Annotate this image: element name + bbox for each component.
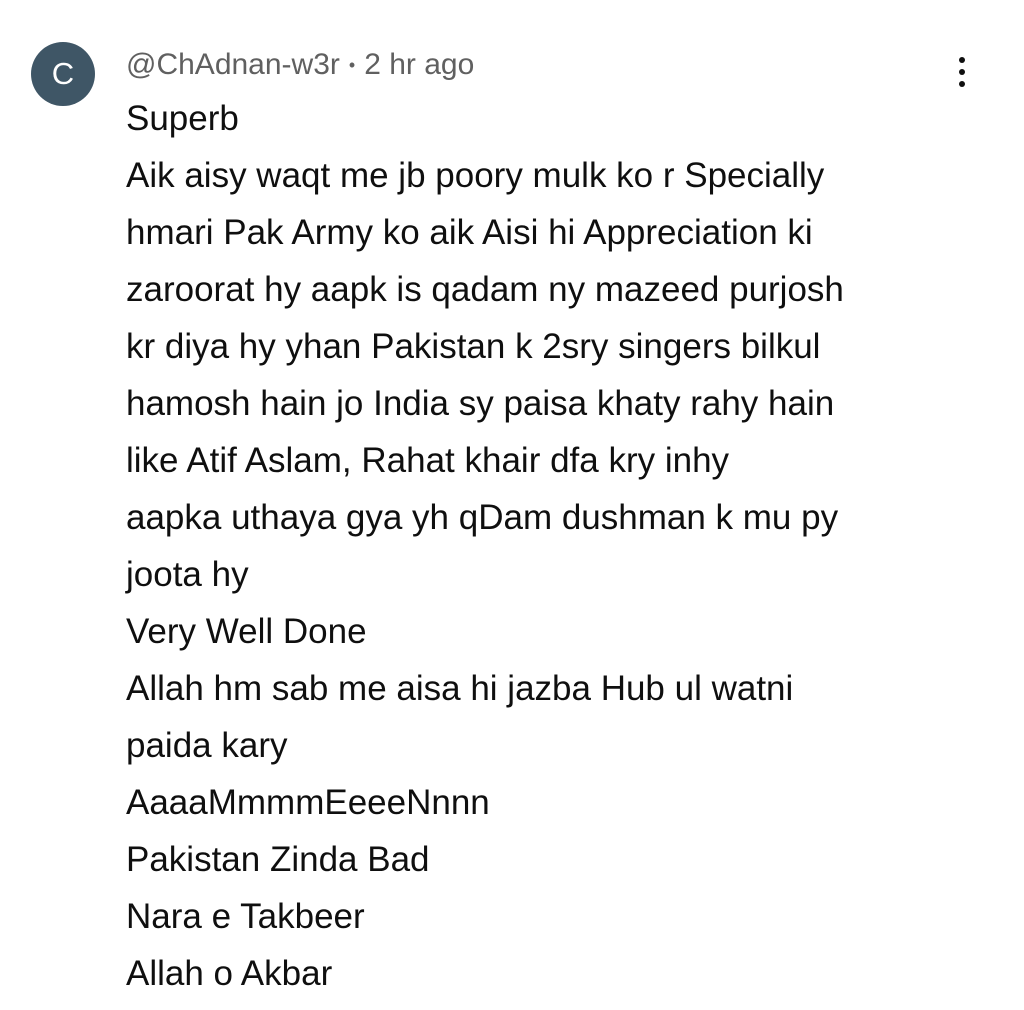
comment-line: zaroorat hy aapk is qadam ny mazeed purj…	[126, 270, 844, 309]
comment-line: Superb	[126, 99, 239, 138]
comment-header: @ChAdnan-w3r • 2 hr ago	[126, 40, 926, 90]
comment-line: hamosh hain jo India sy paisa khaty rahy…	[126, 384, 835, 423]
avatar[interactable]: C	[31, 42, 95, 106]
comment-line: Allah o Akbar	[126, 954, 333, 993]
more-vert-icon[interactable]	[944, 52, 980, 92]
comment-line: Aik aisy waqt me jb poory mulk ko r Spec…	[126, 156, 825, 195]
comment-line: Nara e Takbeer	[126, 897, 365, 936]
comment-line: like Atif Aslam, Rahat khair dfa kry inh…	[126, 441, 730, 480]
comment-line: Very Well Done	[126, 612, 367, 651]
comment-timestamp[interactable]: 2 hr ago	[364, 48, 474, 82]
menu-dot	[959, 57, 965, 63]
comment-item: C @ChAdnan-w3r • 2 hr ago Superb Aik ais…	[0, 0, 1024, 1010]
comment-line: Pakistan Zinda Bad	[126, 840, 430, 879]
comment-line: kr diya hy yhan Pakistan k 2sry singers …	[126, 327, 821, 366]
comment-line: AaaaMmmmEeeeNnnn	[126, 783, 490, 822]
menu-dot	[959, 81, 965, 87]
author-name[interactable]: @ChAdnan-w3r	[126, 48, 340, 82]
comment-line: Allah hm sab me aisa hi jazba Hub ul wat…	[126, 669, 794, 708]
comment-line: paida kary	[126, 726, 288, 765]
comment-line: joota hy	[126, 555, 249, 594]
comment-line: aapka uthaya gya yh qDam dushman k mu py	[126, 498, 839, 537]
comment-text: Superb Aik aisy waqt me jb poory mulk ko…	[126, 90, 926, 1002]
menu-dot	[959, 69, 965, 75]
meta-separator: •	[348, 54, 356, 75]
comment-body: @ChAdnan-w3r • 2 hr ago Superb Aik aisy …	[126, 40, 926, 1002]
avatar-letter: C	[51, 56, 75, 91]
comment-line: hmari Pak Army ko aik Aisi hi Appreciati…	[126, 213, 813, 252]
